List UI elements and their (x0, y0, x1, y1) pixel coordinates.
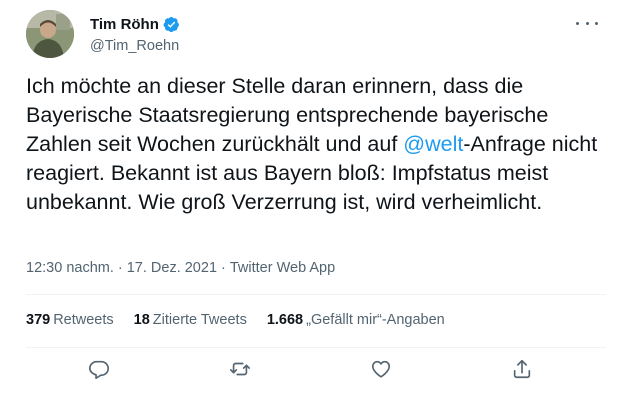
likes-count: 1.668 (266, 312, 304, 328)
tweet-source[interactable]: Twitter Web App (230, 260, 335, 276)
divider (26, 294, 606, 295)
meta-separator: · (117, 260, 123, 276)
meta-separator: · (221, 260, 226, 276)
author-handle[interactable]: @Tim_Roehn (90, 38, 179, 54)
tweet-text: Ich möchte an dieser Stelle daran erinne… (26, 72, 606, 217)
tweet-stats: 379 Retweets 18 Zitierte Tweets 1.668 „Gefä… (26, 312, 445, 328)
quotes-stat[interactable]: 18 Zitierte Tweets (134, 312, 247, 328)
avatar[interactable] (26, 10, 74, 58)
tweet-card: Tim Röhn @Tim_Roehn Ich möchte an dieser… (0, 0, 620, 402)
quotes-count: 18 (133, 312, 150, 328)
likes-label: „Gefällt mir“-Angaben (306, 312, 445, 328)
retweets-stat[interactable]: 379 Retweets (26, 312, 114, 328)
more-options-icon[interactable] (576, 16, 598, 30)
mention-link[interactable]: @welt (403, 132, 463, 156)
retweets-count: 379 (26, 312, 51, 328)
heart-icon[interactable] (370, 358, 392, 380)
quotes-label: Zitierte Tweets (152, 312, 247, 328)
verified-badge-icon (163, 16, 180, 33)
author-name[interactable]: Tim Röhn (90, 16, 159, 33)
share-icon[interactable] (511, 358, 533, 380)
tweet-actions (26, 356, 606, 386)
tweet-meta: 12:30 nachm. · 17. Dez. 2021 · Twitter W… (26, 260, 335, 276)
tweet-header: Tim Röhn @Tim_Roehn (26, 10, 606, 60)
name-row: Tim Röhn (90, 16, 180, 33)
retweet-icon[interactable] (229, 358, 251, 380)
reply-icon[interactable] (88, 358, 110, 380)
divider (26, 347, 606, 348)
tweet-time[interactable]: 12:30 nachm. (26, 260, 114, 276)
tweet-date[interactable]: 17. Dez. 2021 (127, 260, 217, 276)
retweets-label: Retweets (53, 312, 114, 328)
likes-stat[interactable]: 1.668 „Gefällt mir“-Angaben (267, 312, 445, 328)
